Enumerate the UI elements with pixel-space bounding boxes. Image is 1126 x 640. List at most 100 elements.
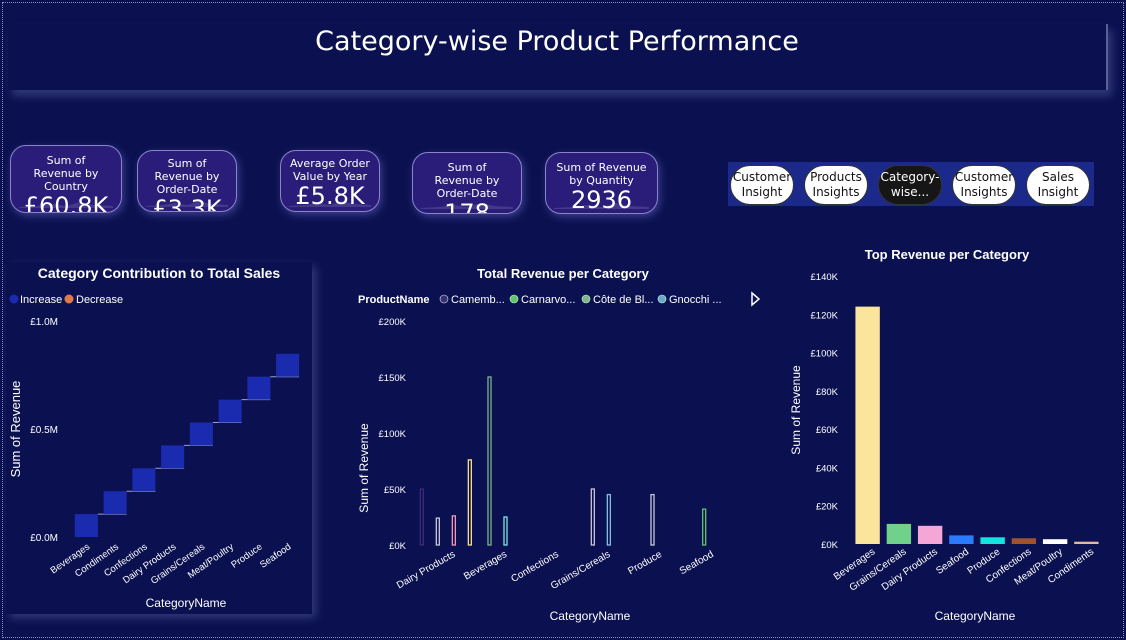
kpi-card-revenue-by-order-date-count[interactable]: Sum of Revenue by Order-Date 178 [412,152,522,214]
x-axis-title: CategoryName [550,609,631,623]
nav-button-customer-insights[interactable]: Customer Insights [952,165,1016,205]
x-tick-label: Seafood [258,541,293,570]
bar [467,459,472,546]
bar [855,306,880,544]
bar [419,488,424,546]
bar [702,508,707,546]
y-axis-title: Sum of Revenue [8,381,23,478]
x-tick-label: Produce [229,541,264,570]
bar [886,523,912,544]
kpi-card-average-order-value[interactable]: Average Order Value by Year £5.8K [280,150,380,212]
waterfall-bar [247,376,271,400]
x-axis-title: CategoryName [935,609,1016,623]
y-tick-label: £80K [816,387,839,398]
nav-button-sales-insight[interactable]: Sales Insight [1026,165,1090,205]
y-tick-label: £0K [821,540,839,551]
y-tick-label: £140K [811,272,839,283]
bar [451,515,456,546]
kpi-label: Sum of Revenue by Order-Date [434,161,500,200]
kpi-sparkline-area [19,202,113,208]
y-tick-label: £0.5M [30,425,58,436]
kpi-card-revenue-by-order-date[interactable]: Sum of Revenue by Order-Date £3.3K [137,150,237,212]
y-tick-label: £20K [816,502,839,513]
y-tick-label: £100K [811,349,839,360]
y-axis-title: Sum of Revenue [357,423,371,513]
bar [435,517,440,546]
legend-marker [439,294,449,304]
legend-label: Camemb... [451,294,505,306]
x-tick-label: Dairy Products [880,546,940,593]
legend-marker-decrease [64,294,74,304]
y-tick-label: £50K [384,485,407,496]
waterfall-bar [189,422,213,446]
kpi-sparkline [421,203,513,209]
kpi-sparkline [146,201,228,207]
kpi-card-revenue-by-quantity[interactable]: Sum of Revenue by Quantity 2936 [545,152,658,214]
x-tick-label: Seafood [934,546,971,576]
bar [650,493,655,546]
legend-marker [509,294,519,304]
legend-title: ProductName [358,294,430,306]
legend-label: Gnocchi ... [669,294,722,306]
title-banner: Category-wise Product Performance [8,24,1108,90]
nav-button-label: Category-wise... [880,170,940,199]
kpi-label: Sum of Revenue by Quantity [556,161,647,187]
page-navigation: Customer Insight Products Insights Categ… [728,162,1094,206]
kpi-sparkline [554,203,649,209]
nav-button-label: Customer Insights [954,170,1014,199]
waterfall-bar [74,514,98,537]
x-axis-title: CategoryName [146,596,227,610]
bar [1074,541,1099,544]
y-tick-label: £0K [389,541,407,552]
x-tick-label: Beverages [462,549,509,582]
bar [949,535,974,544]
nav-button-products-insights[interactable]: Products Insights [804,165,868,205]
y-tick-label: £0.0M [30,533,58,544]
revenue-per-category-chart[interactable]: Total Revenue per Category ProductName Cam… [340,260,760,632]
kpi-sparkline-area [289,201,371,207]
legend-marker [581,294,591,304]
nav-button-label: Customer Insight [732,170,792,199]
kpi-sparkline-area [421,203,513,209]
nav-button-category-wise[interactable]: Category-wise... [878,165,942,205]
x-tick-label: Seafood [678,549,716,577]
y-tick-label: £200K [379,317,407,328]
kpi-sparkline [19,202,113,208]
legend-marker-increase [9,294,19,304]
legend-label: Carnarvo... [521,294,575,306]
nav-button-label: Products Insights [810,170,862,199]
legend-marker [657,294,667,304]
waterfall-bar [132,468,156,492]
y-tick-label: £60K [816,425,839,436]
waterfall-bar [276,353,300,377]
bar [980,537,1005,544]
chart-title: Category Contribution to Total Sales [38,265,281,281]
waterfall-bar [218,399,242,423]
chart-title: Total Revenue per Category [477,266,649,281]
top-revenue-chart[interactable]: Top Revenue per Category £0K £20K £40K £60K £… [770,240,1120,632]
legend-next-arrow [751,291,760,307]
nav-button-customer-insight[interactable]: Customer Insight [730,165,794,205]
bar [503,516,508,546]
kpi-label: Sum of Revenue by Order-Date [154,157,220,196]
kpi-label: Sum of Revenue by Country [33,154,99,193]
bar [606,493,611,546]
bar [590,488,595,546]
kpi-sparkline-area [554,203,649,209]
y-tick-label: £1.0M [30,317,58,328]
y-tick-label: £150K [379,373,407,384]
waterfall-bar [161,445,185,469]
legend-label: Côte de Bl... [593,294,654,306]
page-title: Category-wise Product Performance [315,26,799,57]
waterfall-chart[interactable]: Category Contribution to Total Sales Incr… [6,262,312,614]
bar [487,376,492,546]
x-tick-label: Dairy Products [395,549,457,591]
bar [1042,539,1068,544]
x-tick-label: Produce [626,549,664,577]
y-tick-label: £40K [816,463,839,474]
y-axis-title: Sum of Revenue [789,365,803,455]
kpi-card-revenue-by-country[interactable]: Sum of Revenue by Country £60.8K [10,145,122,213]
legend-label-increase: Increase [20,294,62,306]
legend-label-decrease: Decrease [76,294,123,306]
kpi-sparkline-area [146,201,228,207]
